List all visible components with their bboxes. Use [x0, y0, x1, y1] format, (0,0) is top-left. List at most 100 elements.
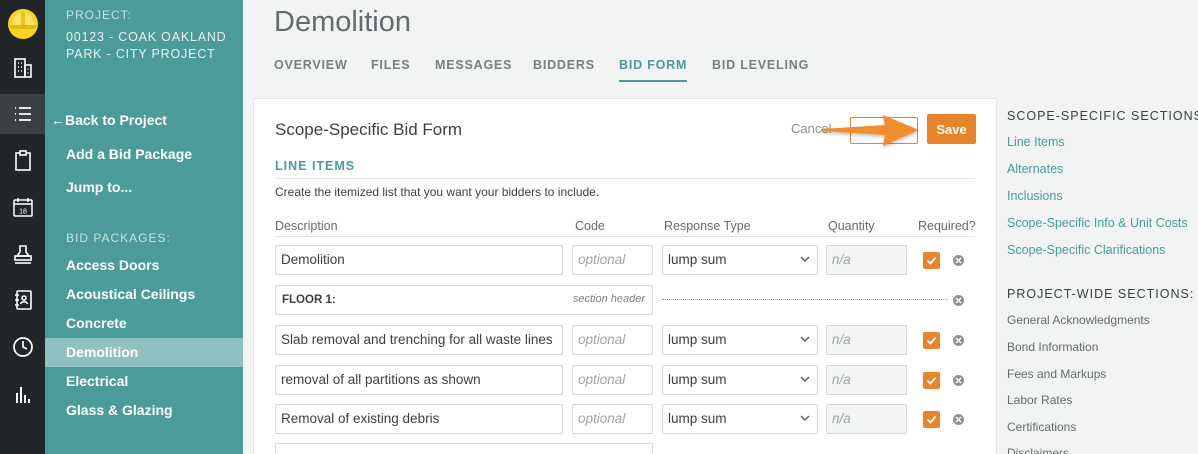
- save-button[interactable]: Save: [927, 114, 976, 144]
- back-to-project-link[interactable]: ←Back to Project: [51, 112, 167, 128]
- response-type-value: lump sum: [668, 372, 727, 387]
- tab-files[interactable]: FILES: [371, 58, 410, 82]
- checkmark-icon: [926, 415, 937, 424]
- column-quantity: Quantity: [828, 219, 875, 233]
- callout-arrow-icon: [821, 115, 919, 146]
- code-input[interactable]: optional: [572, 245, 653, 275]
- list-icon[interactable]: [0, 94, 45, 134]
- required-checkbox[interactable]: [923, 332, 940, 349]
- description-input[interactable]: Removal of existing debris: [275, 404, 563, 434]
- chevron-down-icon: [800, 256, 810, 262]
- description-input[interactable]: Slab removal and trenching for all waste…: [275, 325, 563, 355]
- response-type-select[interactable]: lump sum: [662, 404, 818, 434]
- section-item-disclaimers[interactable]: Disclaimers: [1007, 446, 1069, 454]
- package-item[interactable]: Glass & Glazing: [45, 396, 243, 425]
- package-item[interactable]: Access Doors: [45, 251, 243, 280]
- package-item[interactable]: Acoustical Ceilings: [45, 280, 243, 309]
- line-item-row: Slab removal and trenching for all waste…: [275, 325, 979, 357]
- section-header-input[interactable]: FLOOR 1: section header: [275, 285, 653, 315]
- section-link-clarifications[interactable]: Scope-Specific Clarifications: [1007, 243, 1165, 257]
- section-item-certifications[interactable]: Certifications: [1007, 420, 1076, 434]
- quantity-input[interactable]: n/a: [826, 245, 907, 275]
- project-sections-heading: PROJECT-WIDE SECTIONS:: [1007, 287, 1195, 301]
- description-input[interactable]: Demolition: [275, 245, 563, 275]
- response-type-value: lump sum: [668, 411, 727, 426]
- line-item-row: removal of all partitions as shown optio…: [275, 365, 979, 397]
- required-checkbox[interactable]: [923, 252, 940, 269]
- code-input[interactable]: optional: [572, 325, 653, 355]
- checkmark-icon: [926, 256, 937, 265]
- description-input[interactable]: removal of all partitions as shown: [275, 365, 563, 395]
- section-header-tag: section header: [572, 293, 645, 305]
- form-title: Scope-Specific Bid Form: [275, 120, 463, 139]
- arrow-left-icon: ←: [51, 112, 65, 128]
- section-name: FLOOR 1:: [282, 294, 336, 306]
- section-link-alternates[interactable]: Alternates: [1007, 162, 1063, 176]
- line-item-row: Demolition optional lump sum n/a: [275, 245, 979, 277]
- new-line-item-input[interactable]: [275, 443, 653, 454]
- bid-form-card: Scope-Specific Bid Form Cancel Save LINE…: [253, 98, 997, 454]
- package-item[interactable]: Electrical: [45, 367, 243, 396]
- tab-messages[interactable]: MESSAGES: [435, 58, 512, 82]
- hard-hat-icon[interactable]: [0, 0, 45, 44]
- stamp-icon[interactable]: [0, 234, 45, 274]
- clipboard-icon[interactable]: [0, 140, 45, 180]
- tab-bid-form[interactable]: BID FORM: [619, 58, 688, 82]
- section-item-general-acknowledgments[interactable]: General Acknowledgments: [1007, 313, 1150, 327]
- dotted-divider: [662, 299, 948, 300]
- page-title: Demolition: [274, 6, 411, 38]
- package-item[interactable]: Concrete: [45, 309, 243, 338]
- response-type-select[interactable]: lump sum: [662, 325, 818, 355]
- line-item-row: [275, 443, 979, 454]
- address-book-icon[interactable]: [0, 280, 45, 320]
- remove-row-icon[interactable]: [953, 335, 964, 346]
- required-checkbox[interactable]: [923, 411, 940, 428]
- building-icon[interactable]: [0, 48, 45, 88]
- chevron-down-icon: [800, 415, 810, 421]
- checkmark-icon: [926, 336, 937, 345]
- app-root: 18 PROJECT: 00123 - COAK OAKLAND PARK - …: [0, 0, 1198, 454]
- section-item-bond-information[interactable]: Bond Information: [1007, 340, 1098, 354]
- remove-row-icon[interactable]: [953, 375, 964, 386]
- section-link-line-items[interactable]: Line Items: [1007, 135, 1065, 149]
- code-input[interactable]: optional: [572, 365, 653, 395]
- section-item-fees-markups[interactable]: Fees and Markups: [1007, 367, 1106, 381]
- calendar-icon[interactable]: 18: [0, 187, 45, 227]
- jump-to-link[interactable]: Jump to...: [66, 179, 132, 195]
- scope-sections-heading: SCOPE-SPECIFIC SECTIONS: [1007, 109, 1198, 123]
- bar-chart-icon[interactable]: [0, 374, 45, 414]
- remove-row-icon[interactable]: [953, 295, 964, 306]
- response-type-value: lump sum: [668, 252, 727, 267]
- quantity-input[interactable]: n/a: [826, 365, 907, 395]
- quantity-input[interactable]: n/a: [826, 325, 907, 355]
- section-link-inclusions[interactable]: Inclusions: [1007, 189, 1063, 203]
- response-type-value: lump sum: [668, 332, 727, 347]
- remove-row-icon[interactable]: [953, 255, 964, 266]
- project-sidebar: PROJECT: 00123 - COAK OAKLAND PARK - CIT…: [45, 0, 243, 454]
- column-description: Description: [275, 219, 338, 233]
- clock-icon[interactable]: [0, 327, 45, 367]
- remove-row-icon[interactable]: [953, 414, 964, 425]
- calendar-day: 18: [19, 209, 27, 216]
- header-divider: [275, 236, 975, 237]
- project-label: PROJECT:: [66, 8, 133, 22]
- response-type-select[interactable]: lump sum: [662, 365, 818, 395]
- response-type-select[interactable]: lump sum: [662, 245, 818, 275]
- section-divider: [275, 178, 975, 179]
- tab-overview[interactable]: OVERVIEW: [274, 58, 348, 82]
- checkmark-icon: [926, 376, 937, 385]
- section-item-labor-rates[interactable]: Labor Rates: [1007, 393, 1072, 407]
- chevron-down-icon: [800, 376, 810, 382]
- column-code: Code: [575, 219, 605, 233]
- tab-bid-leveling[interactable]: BID LEVELING: [712, 58, 809, 82]
- package-item-active[interactable]: Demolition: [45, 338, 243, 367]
- section-link-info-unit-costs[interactable]: Scope-Specific Info & Unit Costs: [1007, 216, 1188, 230]
- add-bid-package-link[interactable]: Add a Bid Package: [66, 146, 192, 162]
- chevron-down-icon: [800, 336, 810, 342]
- quantity-input[interactable]: n/a: [826, 404, 907, 434]
- bid-packages-label: BID PACKAGES:: [66, 231, 171, 245]
- required-checkbox[interactable]: [923, 372, 940, 389]
- tab-bidders[interactable]: BIDDERS: [533, 58, 595, 82]
- back-to-project-label: Back to Project: [65, 112, 167, 128]
- code-input[interactable]: optional: [572, 404, 653, 434]
